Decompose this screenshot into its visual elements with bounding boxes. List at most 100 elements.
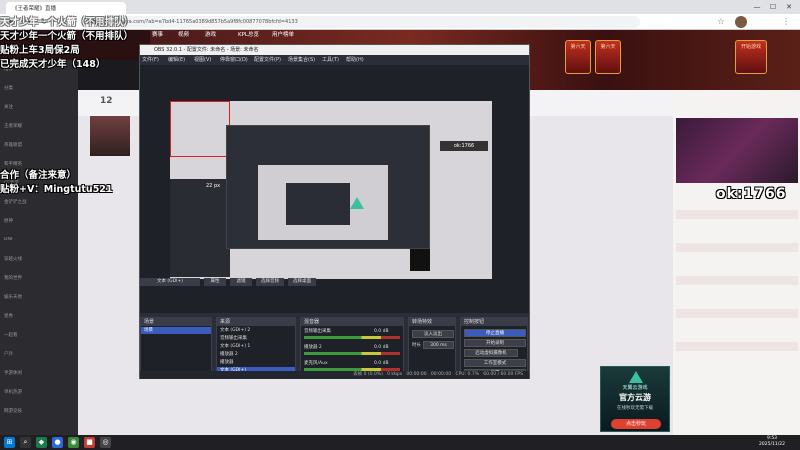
obs-menu-file[interactable]: 文件(F) [142, 55, 159, 65]
obs-menu-edit[interactable]: 编辑(E) [168, 55, 185, 65]
obs-menu-help[interactable]: 帮助(H) [346, 55, 364, 65]
source-name-tab[interactable]: 文本 (GDI+) [140, 278, 200, 286]
sidebar-item[interactable]: DNF [4, 237, 76, 246]
transition-select[interactable]: 淡入淡出 [412, 330, 454, 338]
app-icon-1[interactable]: ◆ [36, 437, 47, 448]
browser-tab-strip: 《王者荣耀》直播 — ☐ ✕ [0, 0, 800, 14]
star-icon[interactable]: ☆ [715, 16, 727, 28]
scene-item[interactable]: 场景 [141, 327, 211, 334]
start-icon[interactable]: ⊞ [4, 437, 15, 448]
select-audio-tab[interactable]: 选择音频 [256, 278, 284, 286]
select-desktop-tab[interactable]: 选择桌面 [288, 278, 316, 286]
volume-meter[interactable] [304, 336, 400, 339]
mixer-dock: 混音器 音频输出采集 0.0 dB 播放器 2 0.0 dB 麦克风/Aux 0.0 dB [300, 317, 404, 377]
sidebar-item[interactable]: 星秀 [4, 313, 76, 322]
obs-menu-docks[interactable]: 停靠窗口(D) [220, 55, 248, 65]
nav-kpl[interactable]: KPL总览 [238, 30, 259, 40]
sidebar-item[interactable]: 王者荣耀 [4, 123, 76, 132]
chat-line [676, 331, 798, 340]
obs-preview[interactable]: ok:1766 22 px [140, 65, 529, 313]
source-item[interactable]: 音频输出采集 [217, 335, 295, 342]
mixer-channel-name: 播放器 2 [304, 345, 322, 350]
obs-title-bar: OBS 32.0.1 - 配置文件: 未命名 - 场景: 未命名 [140, 45, 529, 55]
obs-taskbar-icon[interactable]: ◎ [100, 437, 111, 448]
mixer-channel-db: 0.0 dB [374, 329, 389, 334]
sidebar-item[interactable]: 单机热游 [4, 389, 76, 398]
app-icon-3[interactable]: ◉ [68, 437, 79, 448]
nav-games[interactable]: 游戏 [205, 30, 216, 40]
sidebar-item[interactable]: 关注 [4, 104, 76, 113]
chat-line [676, 232, 798, 241]
app-icon-4[interactable]: ■ [84, 437, 95, 448]
game-tile-1[interactable]: 第六天 [565, 40, 591, 74]
duration-input[interactable]: 300 ms [423, 341, 454, 349]
start-game-tile[interactable]: 开始游戏 [735, 40, 767, 74]
properties-tab[interactable]: 属性 [204, 278, 226, 286]
virtual-camera-button[interactable]: 启动虚拟摄像机 [464, 349, 518, 357]
obs-status-bar: 丢帧 0 (0.0%) 0 kbps 00:00:00 00:00:00 CPU… [140, 371, 529, 379]
viewer-count: 12 [100, 96, 113, 106]
game-tile-2[interactable]: 第六天 [595, 40, 621, 74]
obs-menu-tools[interactable]: 工具(T) [322, 55, 339, 65]
search-icon[interactable]: ⌕ [20, 437, 31, 448]
filters-tab[interactable]: 滤镜 [230, 278, 252, 286]
source-item[interactable]: 播放器 2 [217, 351, 295, 358]
ad-play-button[interactable]: 点击秒玩 [611, 419, 661, 429]
obs-menu-view[interactable]: 视图(V) [194, 55, 211, 65]
sidebar-item[interactable]: 我的世界 [4, 275, 76, 284]
status-rec-time: 00:00:00 [430, 372, 452, 377]
taskbar [0, 435, 800, 450]
chat-line [676, 210, 798, 219]
browser-tab[interactable]: 《王者荣耀》直播 [6, 2, 126, 14]
sidebar-item[interactable]: 分类 [4, 85, 76, 94]
nav-events[interactable]: 赛事 [152, 30, 163, 40]
volume-meter[interactable] [304, 352, 400, 355]
side-video[interactable] [676, 118, 798, 183]
transitions-dock: 转场特效 淡入淡出 时长 300 ms [408, 317, 456, 377]
app-icon-2[interactable]: ● [52, 437, 63, 448]
sidebar-item[interactable]: 一起看 [4, 332, 76, 341]
nav-ranking[interactable]: 用户榜单 [272, 30, 294, 40]
overlay-line-5: 贴粉+V：Mingtutu521 [0, 184, 113, 195]
obs-window: OBS 32.0.1 - 配置文件: 未命名 - 场景: 未命名 文件(F) 编… [139, 44, 530, 379]
sidebar-item[interactable]: 英雄联盟 [4, 142, 76, 151]
menu-icon[interactable]: ⋮ [780, 16, 792, 28]
sidebar-item[interactable]: 手游休闲 [4, 370, 76, 379]
sidebar-item[interactable]: 户外 [4, 351, 76, 360]
controls-header: 控制按钮 [461, 318, 527, 326]
obs-menu-scenes[interactable]: 场景集合(S) [288, 55, 315, 65]
start-recording-button[interactable]: 开始录制 [464, 339, 526, 347]
chat-line [676, 298, 798, 307]
source-item[interactable]: 文本 (GDI+) 1 [217, 343, 295, 350]
chat-line [676, 265, 798, 274]
source-item[interactable]: 文本 (GDI+) 2 [217, 327, 295, 334]
sidebar-item[interactable]: 穿越火线 [4, 256, 76, 265]
studio-mode-button[interactable]: 工作室模式 [464, 359, 526, 367]
source-item[interactable]: 播放器 [217, 359, 295, 366]
address-bar[interactable]: https://www.huya.com/?ab=e7bd4-11765a038… [80, 16, 640, 28]
taskbar-clock[interactable]: 9:53 2025/11/22 [748, 436, 796, 448]
obs-menu-bar: 文件(F) 编辑(E) 视图(V) 停靠窗口(D) 配置文件(P) 场景集合(S… [140, 55, 529, 65]
ad-banner[interactable]: 天翼云游戏 官方云游 在线秒玩无需下载 点击秒玩 [600, 366, 670, 432]
stop-stream-button[interactable]: 停止直播 [464, 329, 526, 337]
avatar[interactable] [735, 16, 747, 28]
duration-label: 时长 [412, 343, 421, 348]
obs-menu-profile[interactable]: 配置文件(P) [254, 55, 281, 65]
mixer-header: 混音器 [301, 318, 403, 326]
ad-brand: 天翼云游戏 [622, 385, 648, 391]
maximize-button[interactable]: ☐ [766, 2, 780, 12]
chat-line [676, 221, 798, 230]
sidebar-item[interactable]: 网游竞技 [4, 408, 76, 417]
sidebar-item[interactable]: 娱乐天地 [4, 294, 76, 303]
selected-source-box[interactable] [170, 101, 230, 157]
status-bitrate: 0 kbps [387, 372, 403, 377]
sidebar-item[interactable]: 金铲铲之战 [4, 199, 76, 208]
close-button[interactable]: ✕ [782, 2, 796, 12]
sidebar-item[interactable]: 原神 [4, 218, 76, 227]
obs-logo-icon [350, 197, 364, 209]
minimize-button[interactable]: — [750, 2, 764, 12]
nav-video[interactable]: 视频 [178, 30, 189, 40]
ad-subtitle: 在线秒玩无需下载 [617, 406, 653, 411]
streamer-thumbnail[interactable] [90, 116, 130, 156]
status-stream-time: 00:00:00 [406, 372, 427, 377]
